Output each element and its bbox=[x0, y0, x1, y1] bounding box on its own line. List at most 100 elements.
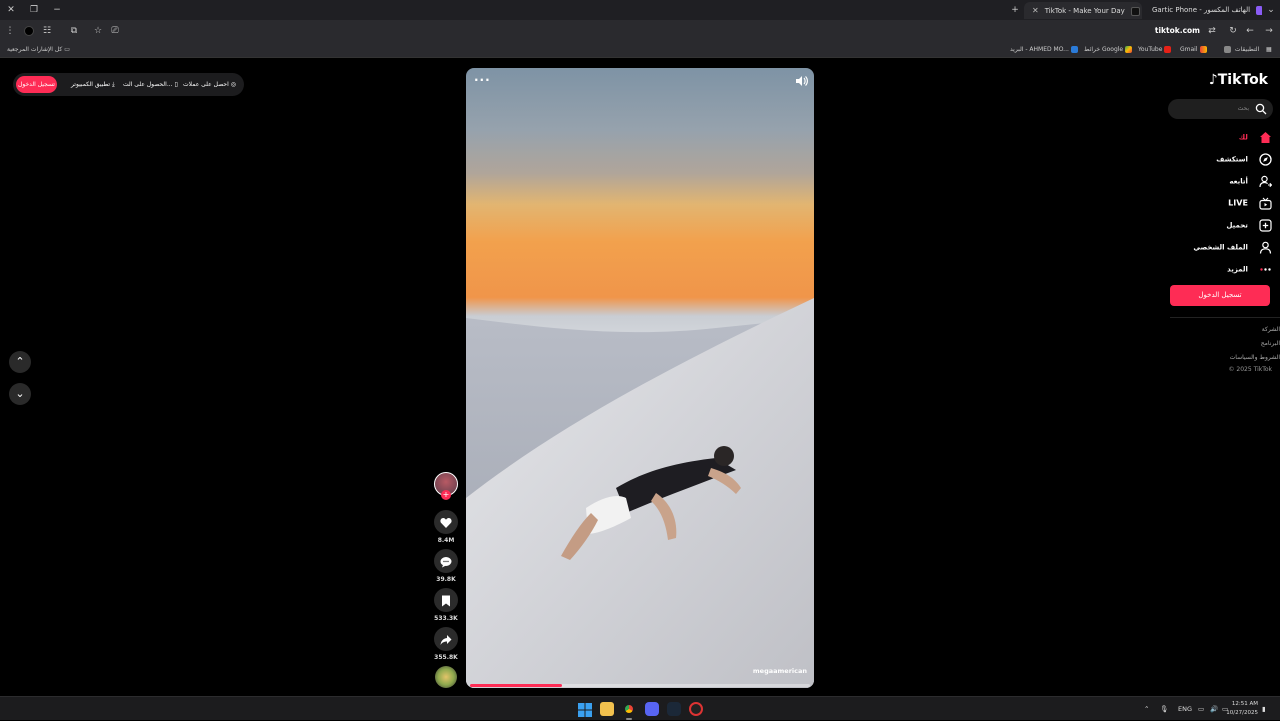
get-coins-link[interactable]: احصل على عملات ◎ bbox=[183, 73, 236, 96]
tiktok-favicon-icon bbox=[1130, 6, 1140, 16]
share-count: 355.8K bbox=[434, 654, 458, 661]
upload-icon bbox=[1259, 219, 1272, 232]
search-placeholder: بحث bbox=[1237, 105, 1249, 112]
follow-plus-icon[interactable]: + bbox=[441, 490, 451, 500]
extensions-icon[interactable]: ⧉ bbox=[67, 24, 81, 38]
tab-tiktok[interactable]: ✕ TikTok - Make Your Day bbox=[1024, 2, 1142, 19]
like-count: 8.4M bbox=[437, 537, 455, 544]
sidebar-item-following[interactable]: أتابعه bbox=[1229, 171, 1272, 188]
bookmark-gmail[interactable]: Gmail bbox=[1180, 45, 1209, 55]
footer-program-link[interactable]: البرنامج bbox=[1261, 340, 1280, 347]
tiktok-note-icon: ♪ bbox=[1208, 72, 1218, 88]
sidebar-item-live[interactable]: LIVE bbox=[1228, 193, 1272, 210]
windows-start-icon[interactable] bbox=[578, 702, 592, 717]
sidebar-item-explore[interactable]: استكشف bbox=[1216, 149, 1272, 166]
reload-icon[interactable]: ↻ bbox=[1226, 24, 1240, 38]
close-tab-icon[interactable]: ✕ bbox=[1032, 6, 1039, 15]
youtube-icon bbox=[1164, 46, 1172, 53]
get-app-link[interactable]: الحصول على الت... ▯ bbox=[123, 73, 178, 96]
site-settings-icon[interactable]: ⇄ bbox=[1205, 24, 1219, 38]
notifications-icon[interactable]: ▮ bbox=[1262, 697, 1266, 721]
following-icon bbox=[1259, 175, 1272, 188]
chevron-up-icon: ⌃ bbox=[15, 355, 25, 368]
extensions-menu-icon[interactable]: ☷ bbox=[40, 24, 54, 38]
sidebar-item-more[interactable]: المزيد bbox=[1227, 259, 1272, 275]
phone-icon: ▯ bbox=[174, 81, 178, 88]
cast-icon[interactable]: ⎚ bbox=[108, 24, 122, 38]
share-button[interactable] bbox=[434, 627, 458, 651]
comment-icon bbox=[440, 556, 452, 567]
comment-count: 39.8K bbox=[436, 576, 456, 583]
back-icon[interactable]: → bbox=[1262, 24, 1276, 38]
sidebar-item-upload[interactable]: تحميل bbox=[1226, 215, 1272, 232]
comment-button[interactable] bbox=[434, 549, 458, 573]
tab-search-icon[interactable]: ⌄ bbox=[1264, 3, 1278, 17]
gartic-favicon-icon bbox=[1256, 5, 1262, 15]
save-count: 533.3K bbox=[434, 615, 458, 622]
sidebar-item-profile[interactable]: الملف الشخصي bbox=[1193, 237, 1272, 254]
bookmark-youtube[interactable]: YouTube bbox=[1138, 45, 1173, 55]
video-more-options-icon[interactable]: ··· bbox=[474, 73, 491, 87]
search-icon[interactable] bbox=[1255, 103, 1267, 115]
footer-company-link[interactable]: الشركة bbox=[1262, 326, 1280, 333]
app-icon[interactable] bbox=[689, 702, 703, 716]
download-icon: ⤓ bbox=[112, 81, 115, 88]
more-icon bbox=[1260, 268, 1271, 271]
coin-icon: ◎ bbox=[230, 81, 236, 88]
forward-icon[interactable]: ← bbox=[1243, 24, 1257, 38]
creator-watermark: megaamerican bbox=[752, 667, 807, 675]
windows-taskbar: ⌃ 🎙 ENG ▭ 🔊 ▭ 12:51 AM 10/27/2025 ▮ bbox=[0, 696, 1280, 720]
previous-video-button[interactable]: ⌃ bbox=[9, 351, 31, 373]
system-clock[interactable]: 12:51 AM 10/27/2025 bbox=[1226, 700, 1258, 718]
share-arrow-icon bbox=[440, 634, 452, 645]
microphone-icon[interactable]: 🎙 bbox=[1160, 697, 1168, 721]
footer-terms-link[interactable]: الشروط والسياسات bbox=[1230, 354, 1280, 361]
like-button[interactable] bbox=[434, 510, 458, 534]
save-button[interactable] bbox=[434, 588, 458, 612]
all-bookmarks[interactable]: كل الإشارات المرجعية ▭ bbox=[7, 45, 70, 55]
gmail-icon bbox=[1199, 46, 1207, 53]
apps-grid-icon bbox=[1224, 46, 1231, 53]
sidebar-divider bbox=[1170, 317, 1280, 318]
login-button-top[interactable]: تسجيل الدخول bbox=[16, 76, 57, 93]
bookmarks-overflow-icon[interactable]: ▦ bbox=[1266, 45, 1272, 55]
bookmark-icon bbox=[442, 595, 450, 606]
close-window-icon[interactable]: ✕ bbox=[4, 3, 18, 17]
bookmark-mail[interactable]: البريد - AHMED MO... bbox=[1010, 45, 1080, 55]
minimize-window-icon[interactable]: − bbox=[50, 3, 64, 17]
profile-avatar-icon[interactable] bbox=[22, 24, 36, 38]
bookmark-apps[interactable]: التطبيقات bbox=[1222, 45, 1259, 55]
sidebar-login-button[interactable]: تسجيل الدخول bbox=[1170, 285, 1270, 306]
tab-gartic-phone[interactable]: Gartic Phone - الهاتف المكسور bbox=[1144, 2, 1262, 19]
browser-tab-bar: ✕ ❐ − + ✕ TikTok - Make Your Day Gartic P… bbox=[0, 0, 1280, 20]
address-bar-url[interactable]: tiktok.com bbox=[1155, 24, 1200, 38]
network-icon[interactable]: ▭ bbox=[1198, 697, 1204, 721]
search-input[interactable]: بحث bbox=[1168, 99, 1273, 119]
video-progress-track[interactable] bbox=[470, 684, 810, 687]
tiktok-logo[interactable]: ♪TikTok bbox=[1209, 72, 1268, 92]
discord-icon[interactable] bbox=[645, 702, 659, 716]
browser-menu-icon[interactable]: ⋮ bbox=[3, 24, 17, 38]
video-player[interactable]: ··· megaamerican bbox=[466, 68, 814, 688]
file-explorer-icon[interactable] bbox=[600, 702, 614, 716]
music-disc-icon[interactable] bbox=[435, 666, 457, 688]
browser-toolbar bbox=[0, 20, 1280, 42]
sidebar-item-for-you[interactable]: لك bbox=[1239, 127, 1272, 143]
volume-icon[interactable]: 🔊 bbox=[1210, 697, 1218, 721]
bookmark-maps[interactable]: خرائط Google bbox=[1084, 45, 1134, 55]
home-icon bbox=[1260, 132, 1271, 143]
video-progress-fill bbox=[470, 684, 562, 687]
chrome-icon[interactable] bbox=[622, 702, 636, 716]
maps-icon bbox=[1125, 46, 1133, 53]
tray-overflow-icon[interactable]: ⌃ bbox=[1144, 697, 1149, 721]
new-tab-icon[interactable]: + bbox=[1008, 3, 1022, 17]
desktop-app-link[interactable]: تطبيق الكمبيوتر ⤓ bbox=[71, 73, 115, 96]
live-icon bbox=[1259, 197, 1272, 210]
sound-icon[interactable] bbox=[794, 74, 808, 88]
restore-window-icon[interactable]: ❐ bbox=[27, 3, 41, 17]
bookmark-star-icon[interactable]: ☆ bbox=[91, 24, 105, 38]
top-actions-bar: تسجيل الدخول تطبيق الكمبيوتر ⤓ الحصول عل… bbox=[13, 73, 244, 96]
language-indicator[interactable]: ENG bbox=[1178, 697, 1192, 721]
steam-icon[interactable] bbox=[667, 702, 681, 716]
next-video-button[interactable]: ⌄ bbox=[9, 383, 31, 405]
